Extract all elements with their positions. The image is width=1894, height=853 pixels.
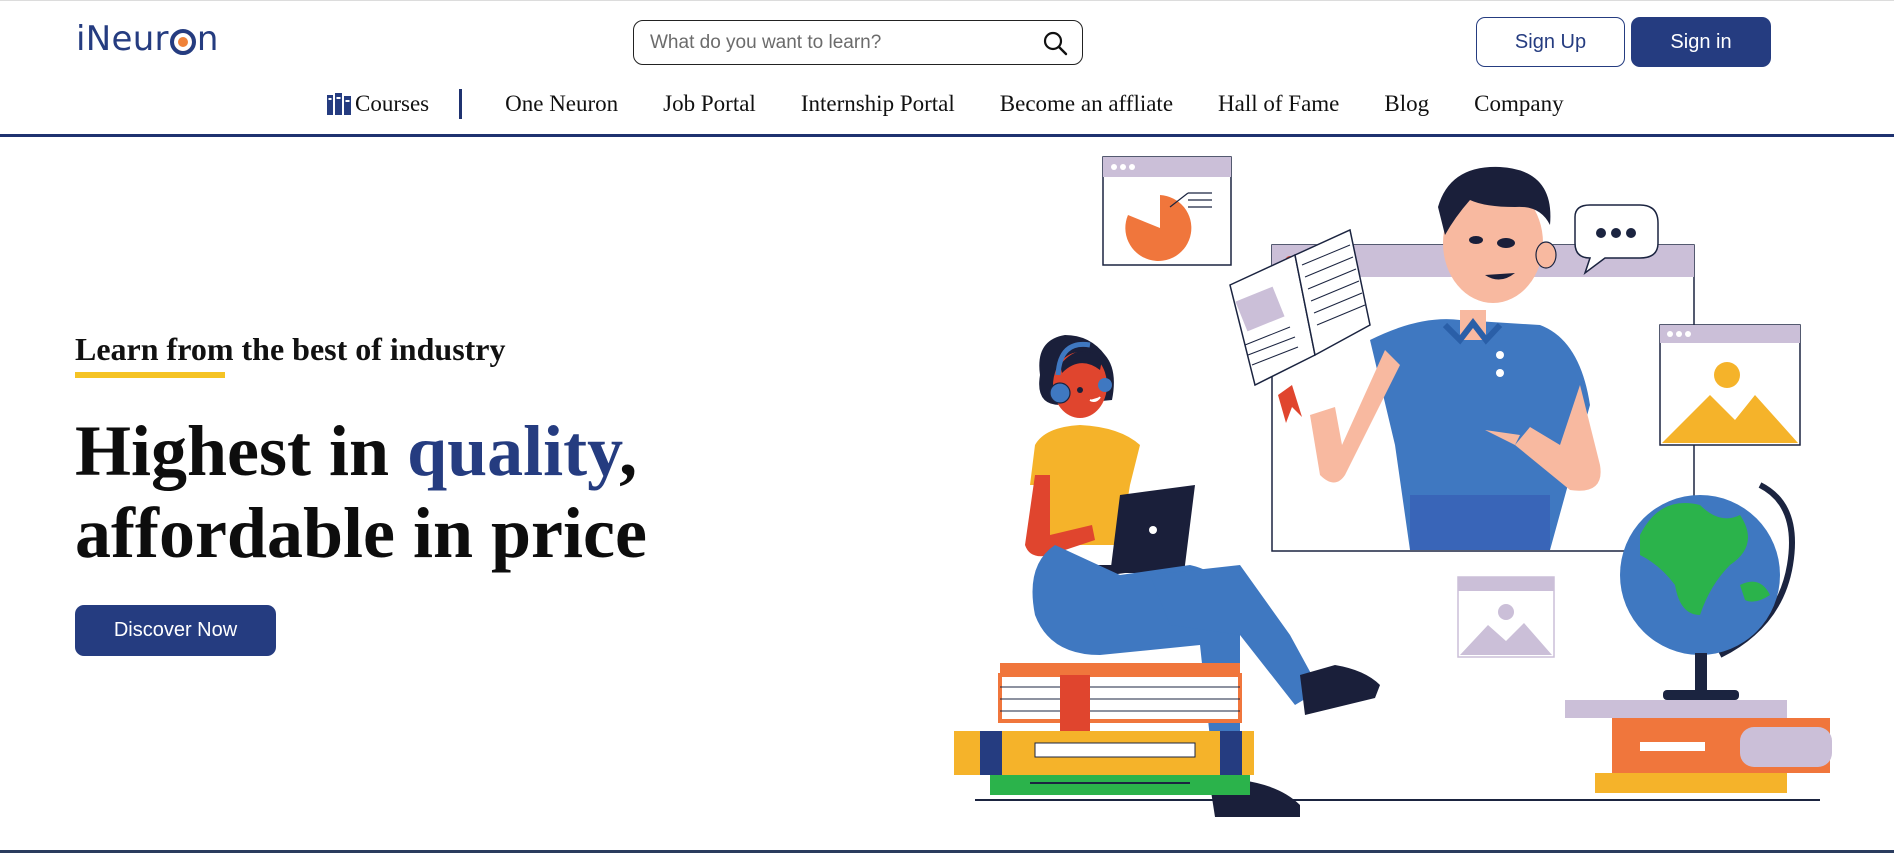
sign-in-button[interactable]: Sign in — [1631, 17, 1771, 67]
discover-now-button[interactable]: Discover Now — [75, 605, 276, 656]
tagline-underline — [75, 372, 225, 378]
small-image-card-icon — [1457, 576, 1555, 658]
logo-o-icon — [169, 28, 196, 55]
headline-accent: quality — [407, 411, 620, 491]
globe-icon — [1620, 482, 1795, 700]
books-stack-right — [1565, 700, 1832, 793]
hero-headline: Highest in quality, affordable in price — [75, 410, 795, 574]
headline-part1: Highest in — [75, 411, 408, 491]
students-learning-illustration — [954, 156, 1832, 817]
nav-courses-label: Courses — [355, 91, 430, 116]
ineuron-logo[interactable]: iNeur n — [76, 19, 219, 59]
nav-item-blog[interactable]: Blog — [1384, 91, 1429, 117]
search-bar — [633, 20, 1083, 65]
headline-part2: , — [619, 411, 638, 491]
hero-tagline: Learn from the best of industry — [75, 331, 506, 367]
site-header: iNeurn Sign Up Sign in Courses One Neuro… — [0, 0, 1894, 137]
books-icon — [327, 93, 351, 115]
search-input[interactable] — [650, 31, 1042, 54]
nav-item-job-portal[interactable]: Job Portal — [663, 91, 756, 117]
logo-text-suffix: n — [196, 19, 219, 59]
search-icon[interactable] — [1042, 30, 1068, 56]
nav-item-one-neuron[interactable]: One Neuron — [505, 91, 618, 117]
pie-chart-card — [1102, 156, 1232, 266]
main-nav: Courses One Neuron Job Portal Internship… — [326, 87, 1564, 121]
nav-item-internship-portal[interactable]: Internship Portal — [801, 91, 955, 117]
logo-text-prefix: iNeur — [76, 19, 169, 59]
nav-item-affiliate[interactable]: Become an affliate — [1000, 91, 1173, 117]
nav-item-hall-of-fame[interactable]: Hall of Fame — [1218, 91, 1339, 117]
nav-item-courses[interactable]: Courses — [326, 91, 429, 117]
headline-line2: affordable in price — [75, 493, 647, 573]
image-card-icon — [1659, 324, 1801, 446]
nav-divider — [459, 89, 463, 119]
sign-up-button[interactable]: Sign Up — [1476, 17, 1625, 67]
nav-item-company[interactable]: Company — [1474, 91, 1563, 117]
